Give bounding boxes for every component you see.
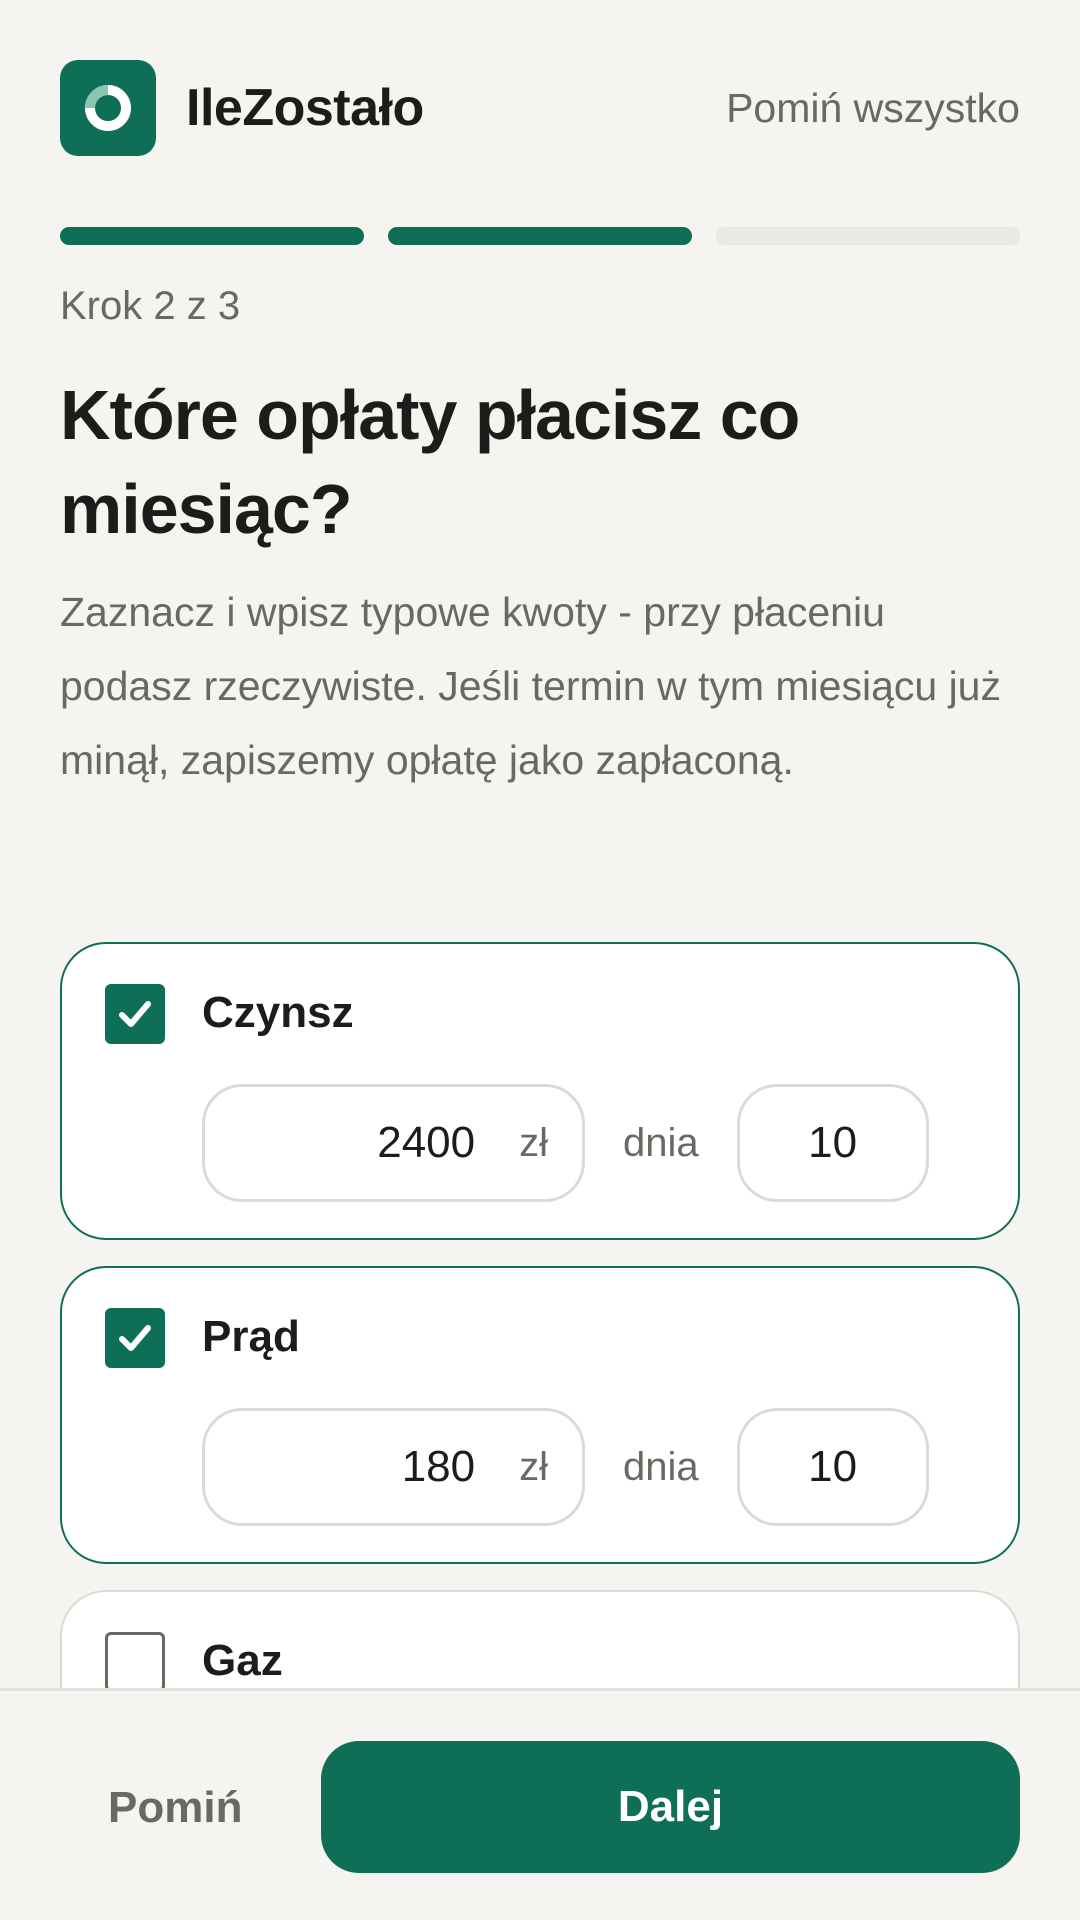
app-logo-icon [60,60,156,156]
amount-input[interactable]: 180 zł [202,1408,585,1526]
bill-details: 2400 zł dnia 10 [202,1084,929,1202]
currency-label: zł [519,1120,548,1165]
amount-value: 2400 [377,1118,476,1167]
step-label: Krok 2 z 3 [60,284,241,328]
amount-input[interactable]: 2400 zł [202,1084,585,1202]
page-description: Zaznacz i wpisz typowe kwoty - przy płac… [60,589,1001,783]
footer-bar: Pomiń Dalej [0,1688,1080,1920]
bill-details: 180 zł dnia 10 [202,1408,929,1526]
bill-name: Prąd [202,1312,300,1361]
bill-name: Gaz [202,1636,283,1685]
progress-segment-2 [388,227,692,245]
bill-checkbox[interactable] [105,1632,165,1692]
brand: IleZostało [60,60,424,156]
progress-segment-1 [60,227,364,245]
checkmark-icon [119,1001,151,1027]
skip-all-link[interactable]: Pomiń wszystko [726,85,1020,132]
header: IleZostało Pomiń wszystko [60,60,1020,156]
bill-card-electricity[interactable]: Prąd 180 zł dnia 10 [60,1266,1020,1564]
amount-value: 180 [401,1442,476,1491]
day-input[interactable]: 10 [736,1408,929,1526]
day-input[interactable]: 10 [736,1084,929,1202]
page-title: Które opłaty płacisz co miesiąc? [60,376,800,548]
bill-checkbox[interactable] [105,1308,165,1368]
checkmark-icon [119,1325,151,1351]
app-name: IleZostało [186,79,424,137]
skip-button[interactable]: Pomiń [108,1783,242,1833]
bill-name: Czynsz [202,988,354,1037]
progress-segment-3 [716,227,1020,245]
day-label: dnia [623,1120,699,1165]
next-button[interactable]: Dalej [321,1741,1020,1873]
bill-checkbox[interactable] [105,984,165,1044]
currency-label: zł [519,1444,548,1489]
step-progress-bar [60,227,1020,245]
day-label: dnia [623,1444,699,1489]
bill-card-rent[interactable]: Czynsz 2400 zł dnia 10 [60,942,1020,1240]
